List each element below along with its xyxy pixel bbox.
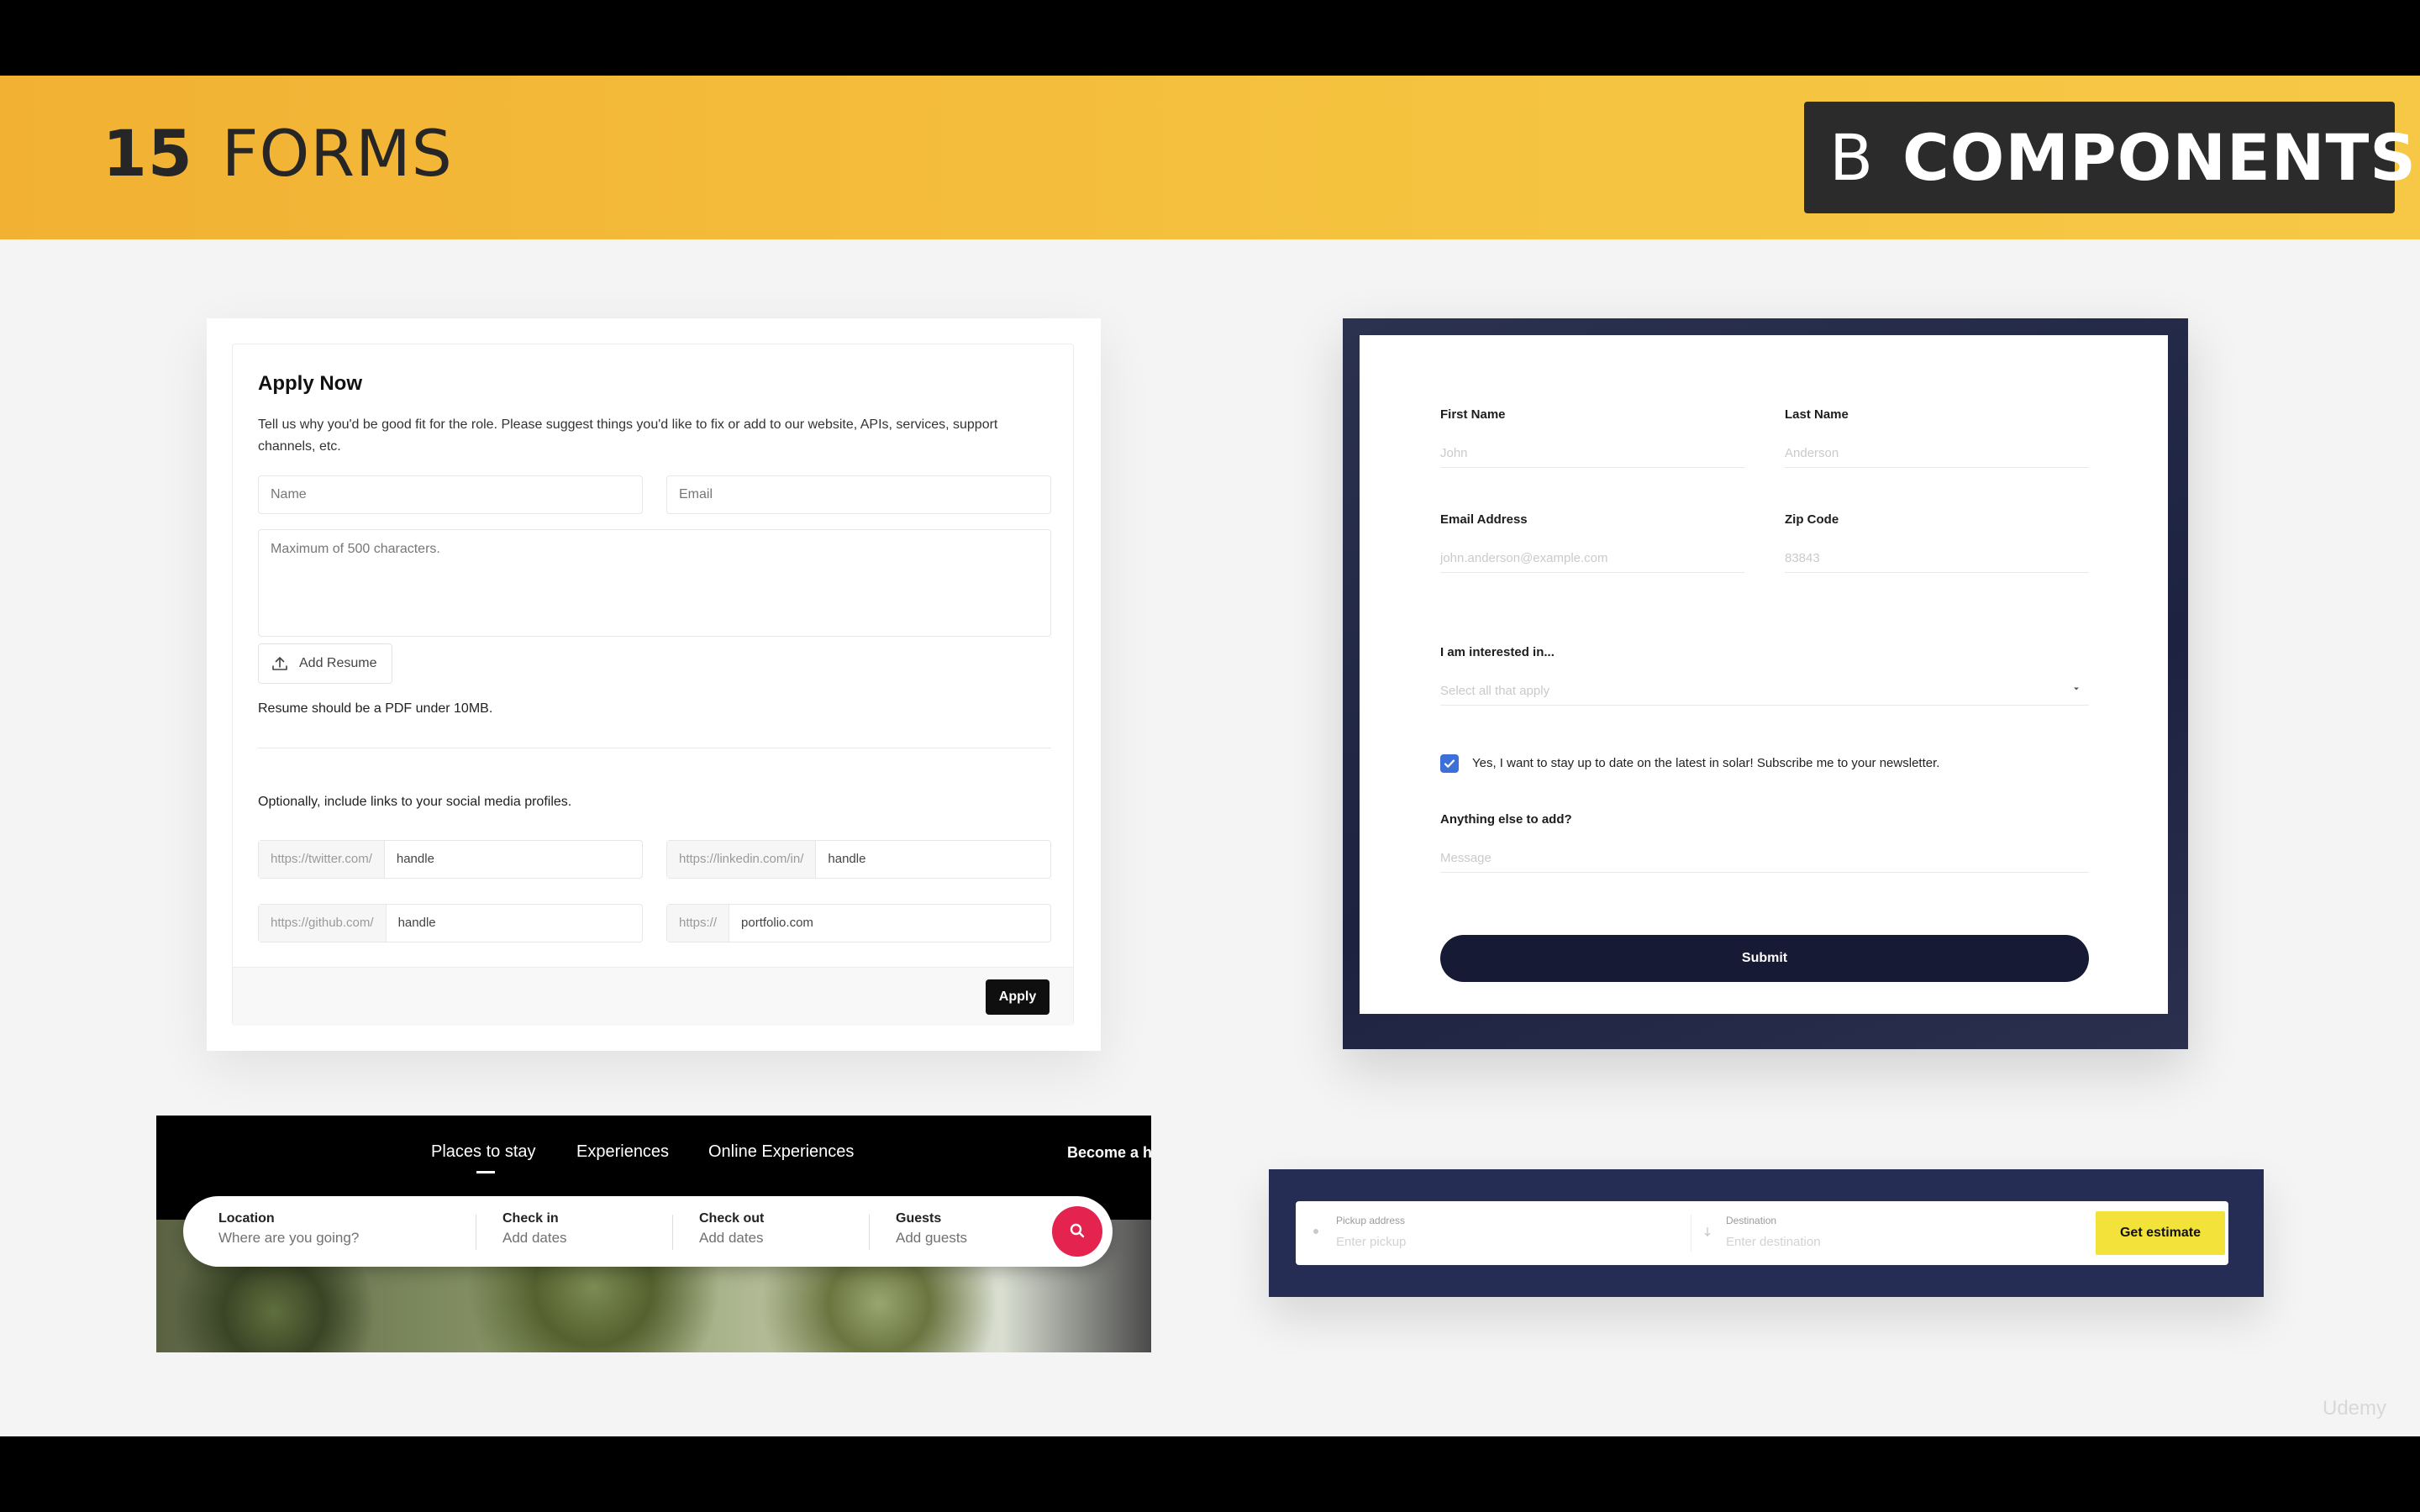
- pickup-pin-icon: [1313, 1229, 1318, 1234]
- first-name-input[interactable]: John: [1440, 439, 1744, 468]
- nav-online-experiences[interactable]: Online Experiences: [708, 1142, 854, 1162]
- message-input[interactable]: Message: [1440, 844, 2089, 873]
- url-value: portfolio.com: [741, 916, 813, 930]
- url-value: handle: [397, 916, 436, 930]
- upload-icon: [272, 657, 287, 670]
- active-tab-indicator: [476, 1171, 495, 1173]
- guests-field[interactable]: Guests Add guests: [896, 1211, 967, 1247]
- zip-code-input[interactable]: 83843: [1785, 544, 2089, 573]
- apply-description: Tell us why you'd be good fit for the ro…: [258, 417, 998, 454]
- first-name-label: First Name: [1440, 407, 1506, 422]
- nav-experiences[interactable]: Experiences: [576, 1142, 669, 1162]
- add-resume-button[interactable]: Add Resume: [258, 643, 392, 684]
- last-name-input[interactable]: Anderson: [1785, 439, 2089, 468]
- interest-select[interactable]: Select all that apply: [1440, 677, 2089, 706]
- check-out-field[interactable]: Check out Add dates: [699, 1211, 764, 1247]
- linkedin-url-field[interactable]: https://linkedin.com/in/ handle: [666, 840, 1051, 879]
- badge-letter: B: [1829, 120, 1874, 195]
- arrow-down-icon: [1704, 1227, 1711, 1236]
- zip-code-label: Zip Code: [1785, 512, 1839, 527]
- url-prefix: https://twitter.com/: [259, 841, 385, 878]
- get-estimate-button[interactable]: Get estimate: [2096, 1211, 2225, 1255]
- separator: [869, 1215, 870, 1250]
- check-in-value: Add dates: [502, 1230, 567, 1246]
- section-title: 15 FORMS: [103, 116, 453, 191]
- location-input[interactable]: Where are you going?: [218, 1230, 359, 1247]
- check-in-label: Check in: [502, 1211, 559, 1226]
- apply-button[interactable]: Apply: [986, 979, 1050, 1015]
- contact-form: First Name John Last Name Anderson Email…: [1360, 335, 2168, 1014]
- location-label: Location: [218, 1211, 275, 1226]
- resume-note: Resume should be a PDF under 10MB.: [258, 701, 493, 716]
- portfolio-url-field[interactable]: https:// portfolio.com: [666, 904, 1051, 942]
- pickup-label: Pickup address: [1336, 1215, 1406, 1226]
- name-input[interactable]: Name: [258, 475, 643, 514]
- letterbox-bottom: [0, 1436, 2420, 1512]
- separator: [672, 1215, 673, 1250]
- nav-become-host[interactable]: Become a h: [1067, 1144, 1151, 1162]
- interest-label: I am interested in...: [1440, 645, 1555, 659]
- badge-word: COMPONENTS: [1902, 120, 2417, 195]
- url-value: handle: [396, 852, 434, 866]
- url-prefix: https://linkedin.com/in/: [667, 841, 817, 878]
- search-icon: [1070, 1223, 1085, 1237]
- checkmark-icon: [1444, 759, 1455, 768]
- anything-label: Anything else to add?: [1440, 812, 1572, 827]
- letterbox-top: [0, 0, 2420, 76]
- message-textarea[interactable]: Maximum of 500 characters.: [258, 529, 1051, 637]
- components-badge: B COMPONENTS: [1804, 102, 2416, 213]
- submit-button[interactable]: Submit: [1440, 935, 2089, 982]
- section-name: FORMS: [221, 116, 453, 191]
- slide: 15 FORMS B COMPONENTS Apply Now Tell us w…: [0, 76, 2420, 1436]
- guests-value: Add guests: [896, 1230, 968, 1246]
- apply-title: Apply Now: [258, 372, 362, 395]
- email-address-input[interactable]: john.anderson@example.com: [1440, 544, 1744, 573]
- location-field[interactable]: Location Where are you going?: [218, 1211, 359, 1247]
- estimate-bar: Pickup address Enter pickup Destination …: [1296, 1201, 2228, 1265]
- twitter-url-field[interactable]: https://twitter.com/ handle: [258, 840, 643, 879]
- pickup-input[interactable]: Enter pickup: [1336, 1235, 1406, 1249]
- last-name-label: Last Name: [1785, 407, 1849, 422]
- stay-search-widget: Places to stay Experiences Online Experi…: [156, 1116, 1151, 1352]
- ride-estimate-widget: Pickup address Enter pickup Destination …: [1269, 1169, 2264, 1297]
- url-value: handle: [828, 852, 866, 866]
- email-input[interactable]: Email: [666, 475, 1051, 514]
- add-resume-label: Add Resume: [299, 656, 377, 670]
- url-prefix: https://github.com/: [259, 905, 387, 942]
- nav-places-to-stay[interactable]: Places to stay: [431, 1142, 536, 1162]
- check-in-field[interactable]: Check in Add dates: [502, 1211, 567, 1247]
- email-label: Email Address: [1440, 512, 1528, 527]
- contact-form-frame: First Name John Last Name Anderson Email…: [1343, 318, 2188, 1049]
- apply-footer: Apply: [233, 967, 1073, 1026]
- destination-input[interactable]: Enter destination: [1726, 1235, 1821, 1249]
- guests-label: Guests: [896, 1211, 942, 1226]
- chevron-down-icon: [2074, 687, 2079, 690]
- newsletter-label: Yes, I want to stay up to date on the la…: [1472, 756, 1940, 770]
- section-number: 15: [103, 116, 193, 191]
- banner: 15 FORMS B COMPONENTS: [0, 76, 2420, 239]
- newsletter-checkbox[interactable]: [1440, 754, 1459, 773]
- destination-label: Destination: [1726, 1215, 1777, 1226]
- watermark: Udemy: [2323, 1397, 2387, 1420]
- interest-select-value: Select all that apply: [1440, 684, 1550, 698]
- check-out-label: Check out: [699, 1211, 765, 1226]
- apply-form-card: Apply Now Tell us why you'd be good fit …: [207, 318, 1101, 1051]
- apply-form: Apply Now Tell us why you'd be good fit …: [232, 344, 1074, 1026]
- check-out-value: Add dates: [699, 1230, 764, 1246]
- search-button[interactable]: [1052, 1206, 1102, 1257]
- search-bar: Location Where are you going? Check in A…: [183, 1196, 1113, 1267]
- url-prefix: https://: [667, 905, 730, 942]
- social-note: Optionally, include links to your social…: [258, 795, 572, 809]
- github-url-field[interactable]: https://github.com/ handle: [258, 904, 643, 942]
